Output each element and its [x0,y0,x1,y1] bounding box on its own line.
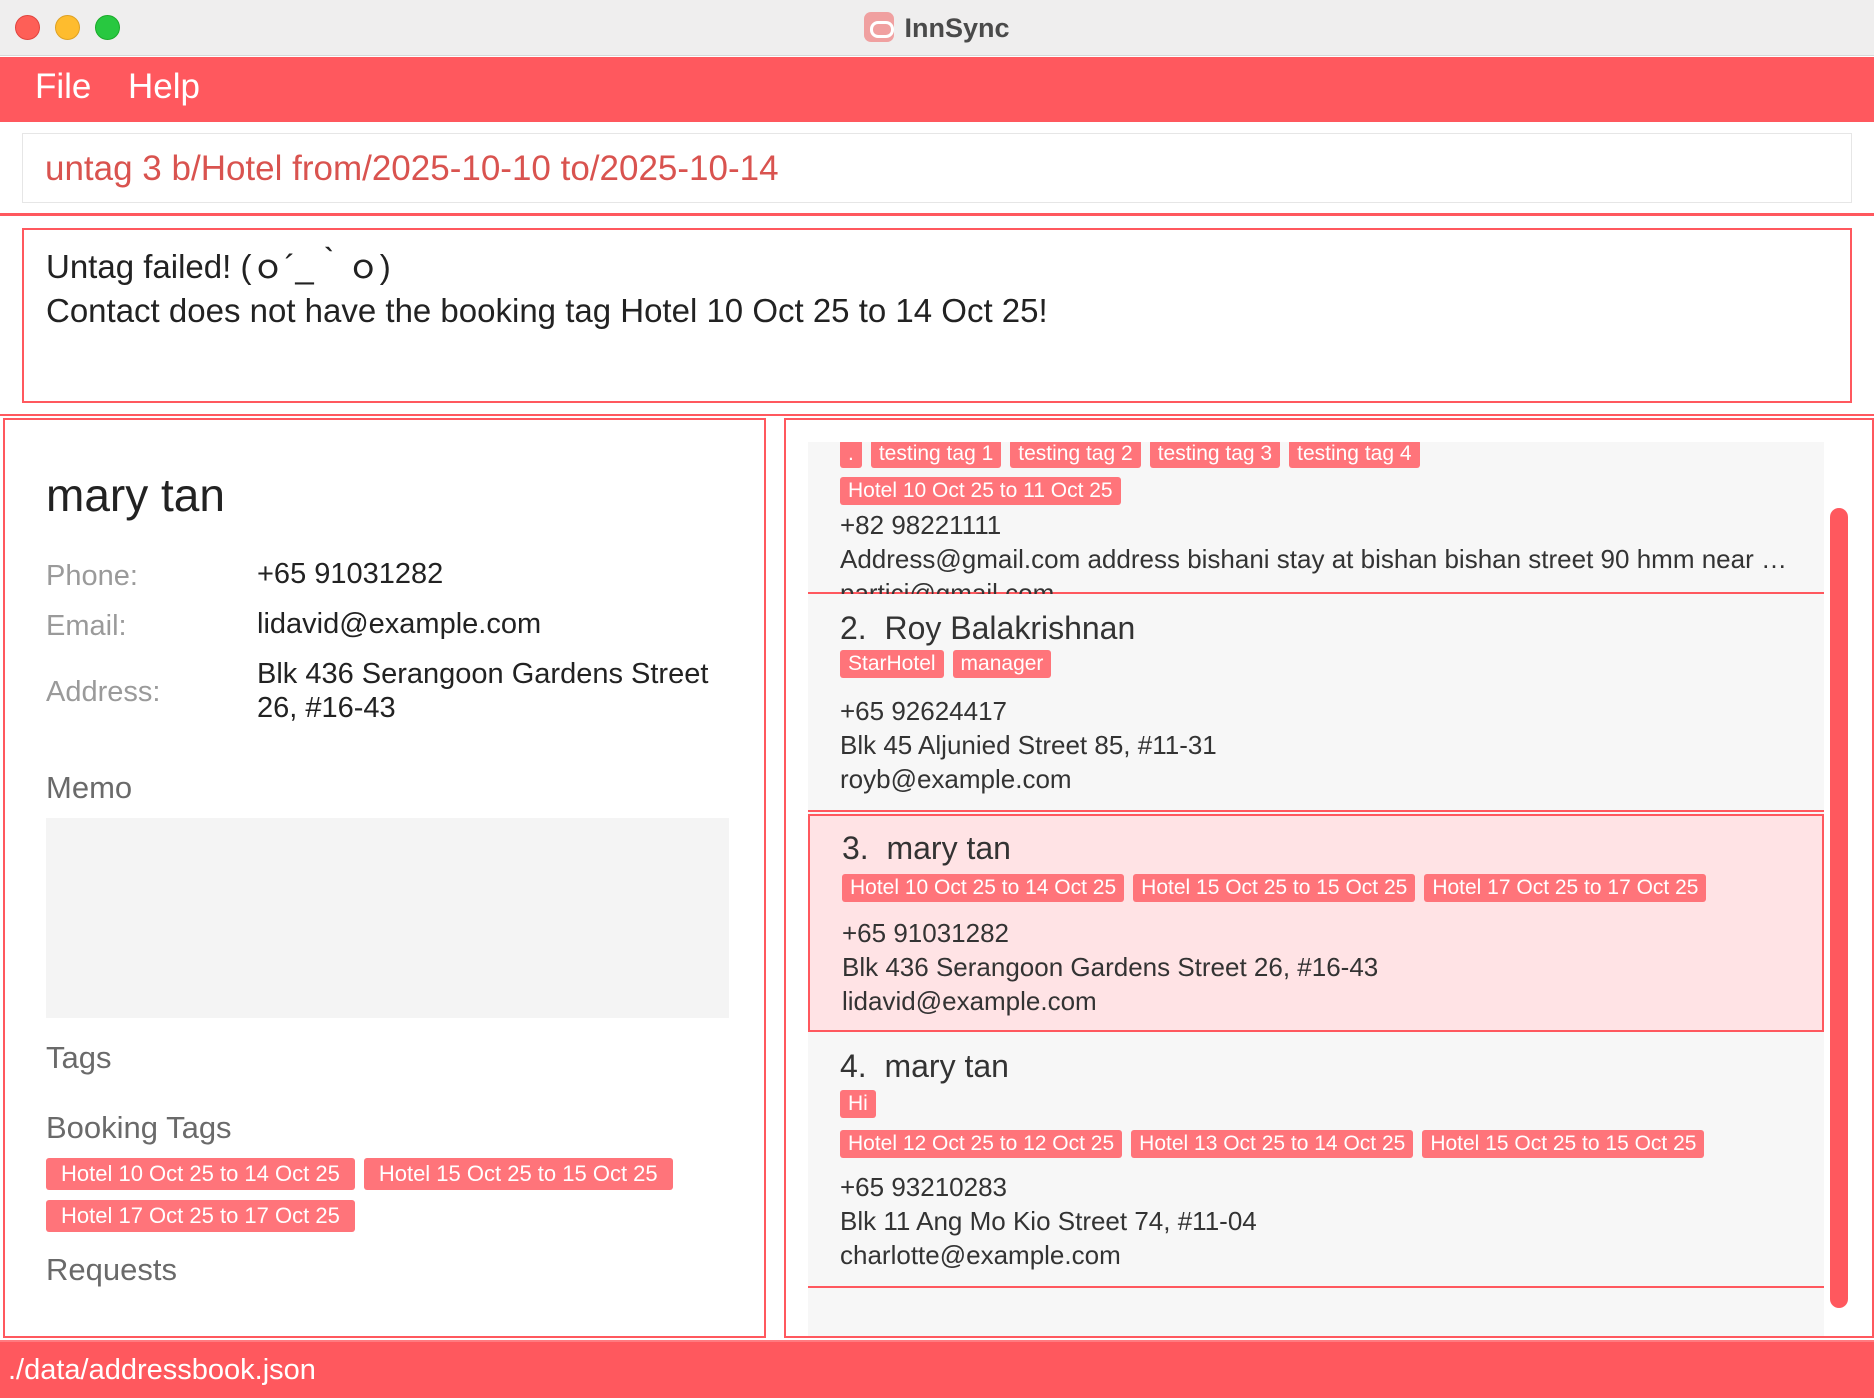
booking-tag: Hotel 10 Oct 25 to 14 Oct 25 [842,874,1125,902]
tag: testing tag 1 [870,442,1002,468]
card-tags: StarHotel manager [840,650,1060,678]
phone-value: +65 91031282 [257,558,444,590]
address-line-2: 26, #16-43 [257,692,396,724]
booking-tag: Hotel 15 Oct 25 to 15 Oct 25 [1133,874,1416,902]
booking-tag: Hotel 13 Oct 25 to 14 Oct 25 [1131,1130,1414,1158]
detail-name: mary tan [46,469,225,521]
card-address: Blk 11 Ang Mo Kio Street 74, #11-04 [840,1206,1257,1236]
card-phone: +65 91031282 [842,918,1010,948]
divider [0,414,1874,416]
menu-file[interactable]: File [35,67,91,107]
card-index: 4. [840,1048,867,1084]
menu-help[interactable]: Help [128,67,200,107]
card-booking-tags: Hotel 12 Oct 25 to 12 Oct 25 Hotel 13 Oct… [840,1130,1713,1158]
address-value: Blk 436 Serangoon Gardens Street 26, #16… [257,657,708,725]
card-tags: . testing tag 1 testing tag 2 testing tag 3… [840,442,1429,468]
tag: testing tag 3 [1149,442,1281,468]
booking-tags-heading: Booking Tags [46,1110,232,1145]
booking-tag: Hotel 12 Oct 25 to 12 Oct 25 [840,1130,1123,1158]
booking-tags: Hotel 10 Oct 25 to 14 Oct 25 Hotel 15 Oct… [46,1158,729,1242]
card-phone: +65 92624417 [840,696,1008,726]
booking-tag: Hotel 15 Oct 25 to 15 Oct 25 [363,1158,673,1190]
list-item[interactable]: . testing tag 1 testing tag 2 testing tag 3… [808,442,1824,608]
memo-heading: Memo [46,770,133,805]
window-title-wrap: InnSync [0,12,1874,44]
memo-field[interactable] [46,818,729,1018]
list-item[interactable]: 2. Roy Balakrishnan StarHotel manager +65… [808,594,1824,812]
card-address: Blk 45 Aljunied Street 85, #11-31 [840,730,1217,760]
command-area: untag 3 b/Hotel from/2025-10-10 to/2025-… [0,122,1874,216]
link-icon [864,12,895,42]
card-tags: Hi [840,1090,885,1118]
tag: testing tag 4 [1289,442,1420,468]
card-name: mary tan [886,830,1011,866]
card-index: 2. [840,610,867,646]
card-name: mary tan [884,1048,1009,1084]
card-email: lidavid@example.com [842,986,1097,1016]
card-address: Blk 436 Serangoon Gardens Street 26, #16… [842,952,1379,982]
card-address: Address@gmail.com address bishani stay a… [840,544,1800,574]
card-phone: +65 93210283 [840,1172,1008,1202]
booking-tag: Hotel 10 Oct 25 to 14 Oct 25 [46,1158,355,1190]
list-item[interactable]: 4. mary tan Hi Hotel 12 Oct 25 to 12 Oct… [808,1034,1824,1288]
card-name-row: 2. Roy Balakrishnan [840,610,1135,647]
menu-bar: File Help [0,57,1874,122]
tag: . [840,442,862,468]
booking-tag: Hotel 15 Oct 25 to 15 Oct 25 [1422,1130,1705,1158]
save-location: ./data/addressbook.json [8,1354,316,1386]
booking-tag: Hotel 17 Oct 25 to 17 Oct 25 [46,1200,355,1232]
card-email: royb@example.com [840,764,1072,794]
requests-heading: Requests [46,1252,177,1287]
list-item-selected[interactable]: 3. mary tan Hotel 10 Oct 25 to 14 Oct 25… [808,814,1824,1032]
status-bar: ./data/addressbook.json [0,1340,1874,1398]
tags-heading: Tags [46,1040,112,1075]
card-name-row: 3. mary tan [842,830,1011,867]
contact-list-panel: . testing tag 1 testing tag 2 testing tag 3… [784,418,1874,1338]
card-name: Roy Balakrishnan [884,610,1136,646]
title-bar: InnSync [0,0,1874,56]
email-label: Email: [46,610,127,642]
card-phone: +82 98221111 [840,510,1002,540]
tag: Hi [840,1090,876,1118]
address-line-1: Blk 436 Serangoon Gardens Street [257,658,709,690]
contact-detail-panel: mary tan Phone: +65 91031282 Email: lida… [3,418,766,1338]
booking-tag: Hotel 17 Oct 25 to 17 Oct 25 [1424,874,1707,902]
tag: testing tag 2 [1010,442,1141,468]
contact-list[interactable]: . testing tag 1 testing tag 2 testing tag 3… [808,442,1824,1336]
result-line-1: Untag failed! (ｏ´_｀ｏ) [46,248,391,285]
result-line-2: Contact does not have the booking tag Ho… [46,292,1048,329]
tag: StarHotel [840,650,944,678]
booking-tag: Hotel 10 Oct 25 to 11 Oct 25 [840,477,1121,505]
card-index: 3. [842,830,869,866]
phone-label: Phone: [46,560,138,592]
command-input[interactable]: untag 3 b/Hotel from/2025-10-10 to/2025-… [22,133,1852,203]
email-value: lidavid@example.com [257,608,542,640]
card-booking-tags: Hotel 10 Oct 25 to 14 Oct 25 Hotel 15 Oct… [842,874,1715,902]
address-label: Address: [46,676,161,708]
card-booking-tags: Hotel 10 Oct 25 to 11 Oct 25 [840,477,1130,505]
tag: manager [952,650,1052,678]
result-display: Untag failed! (ｏ´_｀ｏ) Contact does not h… [22,228,1852,403]
card-email: charlotte@example.com [840,1240,1121,1270]
card-name-row: 4. mary tan [840,1048,1009,1085]
list-scrollbar[interactable] [1830,508,1848,1308]
window-title: InnSync [904,13,1010,43]
